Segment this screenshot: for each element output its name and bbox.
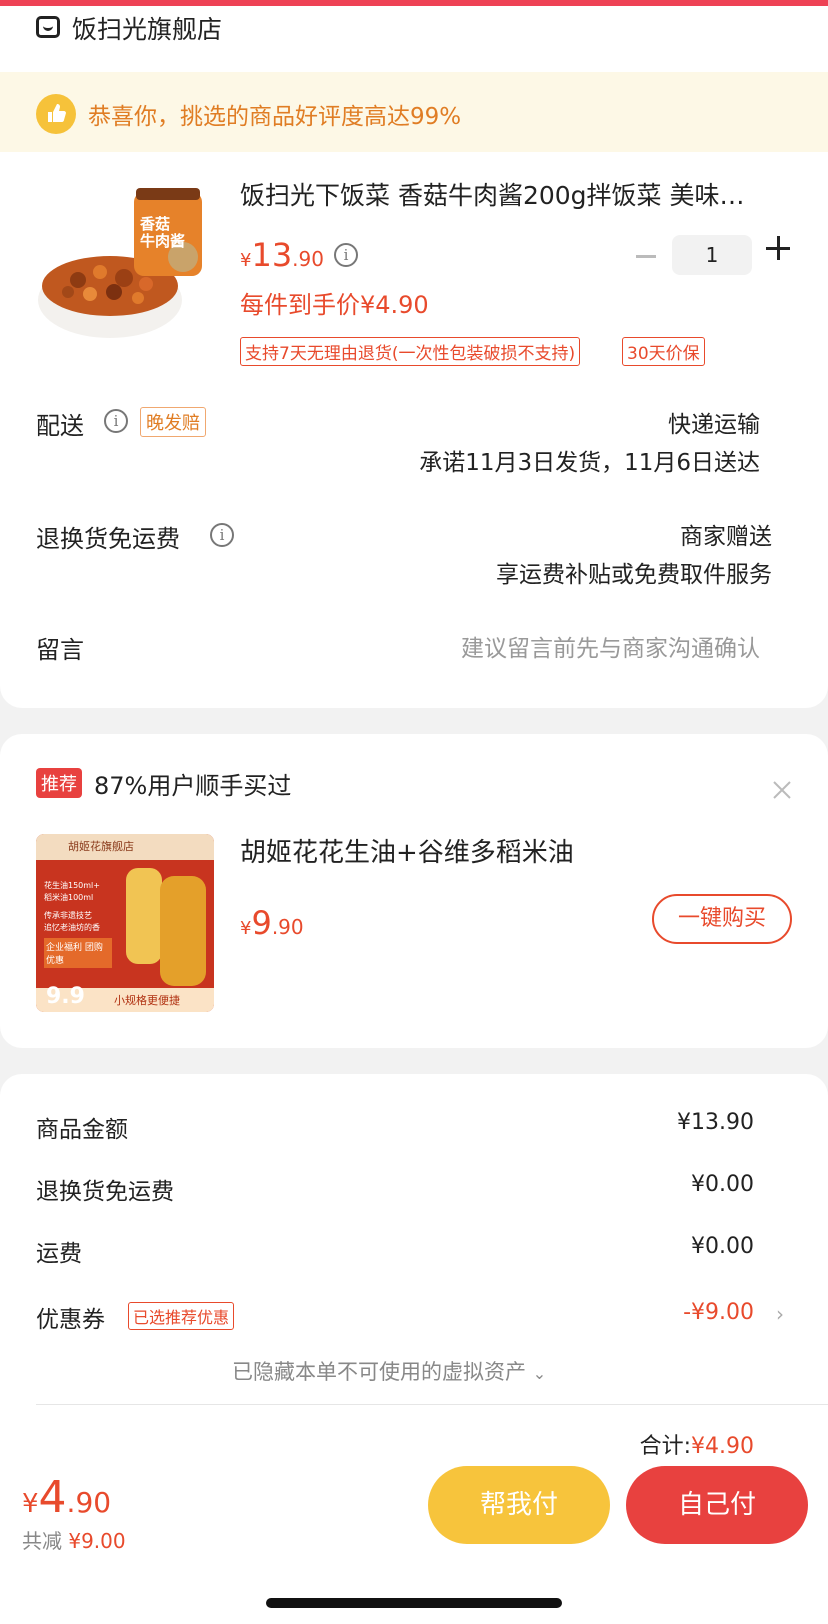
recommend-image-price: 9.9 xyxy=(46,984,85,1009)
hidden-assets-text: 已隐藏本单不可使用的虚拟资产 xyxy=(232,1360,526,1384)
store-name[interactable]: 饭扫光旗舰店 xyxy=(72,10,222,46)
footer-price: ¥4.90 xyxy=(22,1472,111,1523)
price-info-icon[interactable]: i xyxy=(334,243,358,267)
saved-label: 共减 xyxy=(22,1529,62,1553)
coupon-label[interactable]: 优惠券 xyxy=(36,1300,105,1334)
summary-value-goods: ¥13.90 xyxy=(677,1110,754,1135)
summary-label-return: 退换货免运费 xyxy=(36,1179,174,1205)
hidden-assets-toggle[interactable]: 已隐藏本单不可使用的虚拟资产 ⌄ xyxy=(232,1356,546,1386)
thumbs-up-icon xyxy=(36,94,76,134)
delivery-promise: 承诺11月3日发货，11月6日送达 xyxy=(419,450,760,476)
recommend-image-store: 胡姬花旗舰店 xyxy=(68,840,134,853)
recommend-image-line-2: 稻米油100ml xyxy=(44,893,94,902)
price-protect-tag: 30天价保 xyxy=(622,337,705,366)
summary-divider xyxy=(36,1404,828,1405)
summary-value-shipping: ¥0.00 xyxy=(691,1234,754,1259)
summary-total: 合计:¥4.90 xyxy=(640,1428,754,1460)
delivery-info-icon[interactable]: i xyxy=(104,409,128,433)
product-title[interactable]: 饭扫光下饭菜 香菇牛肉酱200g拌饭菜 美味… xyxy=(240,176,780,212)
coupon-value[interactable]: -¥9.00 xyxy=(683,1300,754,1325)
recommend-image-line-1: 花生油150ml+ xyxy=(44,881,100,890)
price-integer: 13 xyxy=(251,236,293,274)
footer-saved: 共减 ¥9.00 xyxy=(22,1525,126,1554)
total-value: ¥4.90 xyxy=(691,1434,754,1459)
delivery-label: 配送 xyxy=(36,412,84,440)
product-image-label-1: 香菇 xyxy=(140,215,171,233)
recommend-price-symbol: ¥ xyxy=(240,918,252,939)
help-pay-button[interactable]: 帮我付 xyxy=(428,1466,610,1544)
price-symbol: ¥ xyxy=(240,250,252,271)
summary-label-goods: 商品金额 xyxy=(36,1117,128,1143)
one-click-buy-button[interactable]: 一键购买 xyxy=(652,894,792,944)
recommend-image-caption: 小规格更便捷 xyxy=(114,994,180,1007)
recommend-badge: 推荐 xyxy=(36,768,82,798)
coupon-badge: 已选推荐优惠 xyxy=(128,1302,235,1330)
recommend-image-line-4: 追忆老油坊的香 xyxy=(44,923,100,932)
quantity-plus-button[interactable] xyxy=(766,236,792,262)
footer-price-integer: 4 xyxy=(38,1472,67,1523)
quantity-value[interactable]: 1 xyxy=(672,235,752,275)
recommend-price: ¥9.90 xyxy=(240,904,304,942)
quantity-minus-button[interactable] xyxy=(636,255,656,258)
product-image-label-2: 牛肉酱 xyxy=(140,232,186,250)
praise-text: 恭喜你，挑选的商品好评度高达99% xyxy=(88,104,462,130)
close-icon[interactable] xyxy=(770,778,794,802)
recommend-title[interactable]: 胡姬花花生油+谷维多稻米油 xyxy=(240,832,574,869)
delivery-method[interactable]: 快递运输 xyxy=(668,405,760,439)
summary-label-shipping: 运费 xyxy=(36,1241,82,1267)
footer-price-decimal: .90 xyxy=(66,1486,112,1519)
summary-value-return: ¥0.00 xyxy=(691,1172,754,1197)
return-shipping-sub: 享运费补贴或免费取件服务 xyxy=(496,562,772,588)
footer-price-symbol: ¥ xyxy=(22,1489,39,1519)
recommend-price-decimal: .90 xyxy=(271,915,304,939)
recommend-image[interactable]: 胡姬花旗舰店 花生油150ml+ 稻米油100ml 传承非遗技艺 追忆老油坊的香… xyxy=(36,834,214,1012)
chevron-down-icon: ⌄ xyxy=(532,1364,547,1383)
late-delivery-badge: 晚发赔 xyxy=(140,407,206,437)
message-input[interactable]: 建议留言前先与商家沟通确认 xyxy=(461,629,760,663)
price-decimal: .90 xyxy=(292,247,324,271)
return-policy-tag: 支持7天无理由退货(一次性包装破损不支持) xyxy=(240,337,581,366)
total-label: 合计: xyxy=(639,1434,692,1459)
return-shipping-value: 商家赠送 xyxy=(680,524,772,550)
return-shipping-label: 退换货免运费 xyxy=(36,525,180,553)
message-label: 留言 xyxy=(36,636,84,664)
recommend-image-line-3: 传承非遗技艺 xyxy=(44,911,92,920)
recommend-price-integer: 9 xyxy=(251,904,272,942)
recommend-image-promo: 企业福利 团购优惠 xyxy=(44,938,112,968)
home-indicator[interactable] xyxy=(266,1598,562,1608)
unit-price: 每件到手价¥4.90 xyxy=(240,291,429,319)
product-image[interactable]: 香菇 牛肉酱 xyxy=(38,188,208,348)
chevron-right-icon[interactable]: › xyxy=(776,1302,784,1326)
recommend-headline: 87%用户顺手买过 xyxy=(94,772,292,800)
store-icon xyxy=(36,16,60,38)
return-shipping-info-icon[interactable]: i xyxy=(210,523,234,547)
self-pay-button[interactable]: 自己付 xyxy=(626,1466,808,1544)
saved-value: ¥9.00 xyxy=(68,1529,126,1553)
product-price: ¥13.90 xyxy=(240,236,324,274)
